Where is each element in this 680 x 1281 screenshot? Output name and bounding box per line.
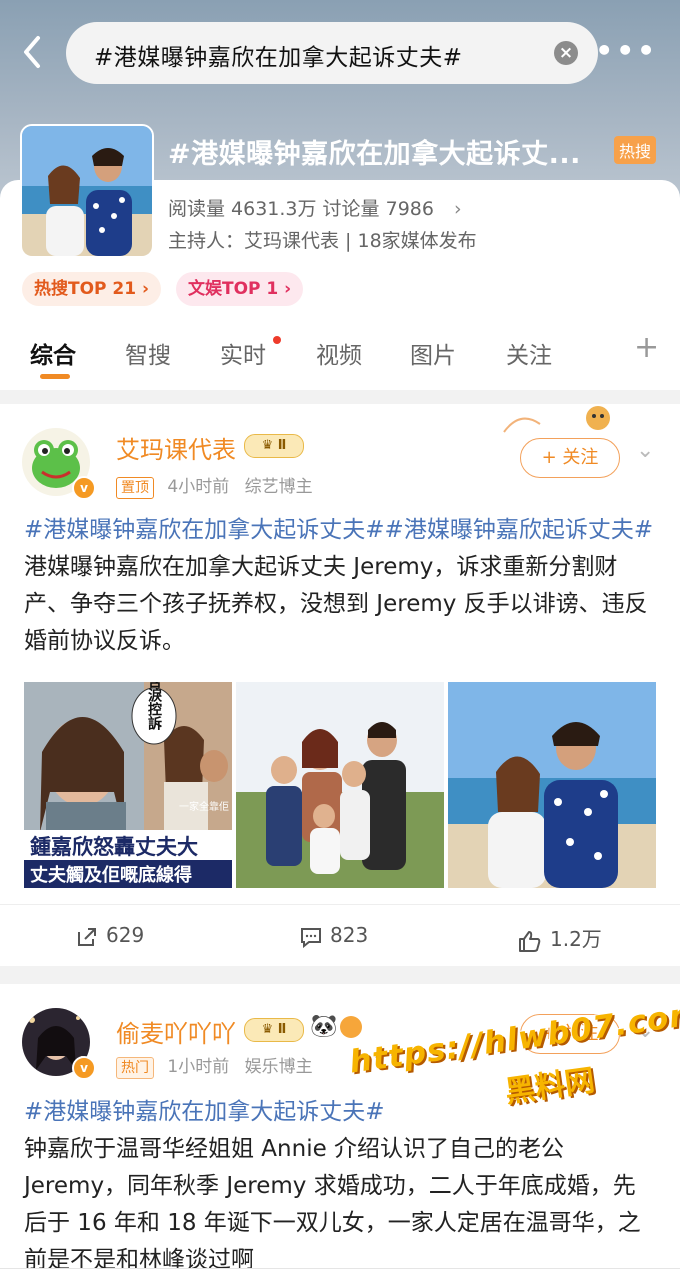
back-icon[interactable] — [14, 32, 50, 76]
image-caption-line2: 丈夫觸及佢嘅底線得 — [30, 864, 192, 886]
verified-icon: v — [72, 1056, 96, 1080]
post-body: #港媒曝钟嘉欣在加拿大起诉丈夫##港媒曝钟嘉欣起诉丈夫# 港媒曝钟嘉欣在加拿大起… — [24, 512, 656, 660]
active-tab-indicator — [40, 374, 70, 379]
share-icon — [78, 927, 96, 946]
tab-all[interactable]: 综合 — [30, 336, 76, 370]
post-image[interactable]: 含淚控訴 一家全靠佢 鍾嘉欣怒轟丈夫大 丈夫觸及佢嘅底線得 — [24, 682, 232, 888]
tab-video[interactable]: 视频 — [316, 336, 362, 370]
hot-badge: 热搜 — [614, 136, 657, 164]
post-image[interactable] — [448, 682, 656, 888]
level-badge: ♛ Ⅱ — [244, 1018, 304, 1042]
tab-realtime[interactable]: 实时 — [220, 336, 266, 370]
verified-icon: v — [72, 476, 96, 500]
post-meta: 热门 1小时前 娱乐博主 — [116, 1052, 313, 1079]
add-tab-icon[interactable]: + — [634, 330, 659, 365]
post-time: 1小时前 — [167, 1057, 230, 1077]
search-input[interactable]: #港媒曝钟嘉欣在加拿大起诉丈夫# × — [66, 22, 598, 84]
level-text: Ⅱ — [277, 438, 287, 453]
post-card[interactable]: v 艾玛课代表 ♛ Ⅱ 置顶 4小时前 综艺博主 + 关注 ⌄ #港媒曝钟嘉欣在… — [0, 404, 680, 966]
comment-count: 823 — [330, 923, 369, 947]
panda-icon: 🐼 — [310, 1014, 338, 1039]
like-button[interactable]: 1.2万 — [518, 923, 602, 952]
topic-title: #港媒曝钟嘉欣在加拿大起诉丈... — [168, 139, 581, 170]
image-bubble-text: 含淚控訴 — [146, 682, 162, 731]
comment-button[interactable]: 823 — [300, 923, 368, 948]
post-body: #港媒曝钟嘉欣在加拿大起诉丈夫# 钟嘉欣于温哥华经姐姐 Annie 介绍认识了自… — [24, 1094, 656, 1279]
tab-following[interactable]: 关注 — [506, 336, 552, 370]
topic-link[interactable]: #港媒曝钟嘉欣在加拿大起诉丈夫# — [24, 1099, 385, 1125]
hot-rank-pill[interactable]: 热搜TOP 21 › — [22, 272, 162, 306]
tab-bar: 综合 智搜 实时 视频 图片 关注 + — [0, 330, 680, 386]
tab-smart-search[interactable]: 智搜 — [125, 336, 171, 370]
repost-count: 629 — [106, 923, 145, 947]
post-text: 钟嘉欣于温哥华经姐姐 Annie 介绍认识了自己的老公 Jeremy，同年秋季 … — [24, 1136, 641, 1273]
post-meta: 置顶 4小时前 综艺博主 — [116, 472, 313, 499]
pinned-tag: 置顶 — [116, 477, 154, 499]
image-caption-line1: 鍾嘉欣怒轟丈夫大 — [30, 835, 198, 859]
topic-stats[interactable]: 阅读量 4631.3万 讨论量 7986 › — [168, 194, 462, 221]
author-role: 娱乐博主 — [244, 1057, 313, 1077]
repost-button[interactable]: 629 — [76, 923, 144, 948]
post-image[interactable] — [236, 682, 444, 888]
username[interactable]: 偷麦吖吖吖 — [116, 1014, 236, 1049]
emoji-badge-icon — [340, 1016, 362, 1038]
post-time: 4小时前 — [167, 477, 230, 497]
hot-tag: 热门 — [116, 1057, 154, 1079]
decoration-icon — [503, 406, 610, 433]
new-dot — [273, 336, 281, 344]
clear-icon[interactable]: × — [554, 41, 578, 65]
chevron-right-icon: › — [453, 198, 462, 220]
bottom-bar — [0, 1268, 680, 1281]
chevron-down-icon[interactable]: ⌄ — [636, 438, 654, 463]
follow-button[interactable]: + 关注 — [520, 438, 620, 478]
search-header: #港媒曝钟嘉欣在加拿大起诉丈夫# × ••• — [0, 18, 680, 90]
author-role: 综艺博主 — [244, 477, 313, 497]
search-query-text: #港媒曝钟嘉欣在加拿大起诉丈夫# — [94, 45, 463, 71]
tab-images[interactable]: 图片 — [410, 336, 456, 370]
topic-cover-image — [20, 124, 154, 258]
comment-icon — [301, 927, 321, 948]
entertainment-rank-pill[interactable]: 文娱TOP 1 › — [176, 272, 304, 306]
username[interactable]: 艾玛课代表 — [116, 430, 236, 465]
image-side-text: 一家全靠佢 — [179, 800, 229, 813]
topic-host: 主持人：艾玛课代表 | 18家媒体发布 — [168, 230, 477, 252]
post-actions: 629 823 1.2万 — [0, 904, 680, 967]
level-badge: ♛ Ⅱ — [244, 434, 304, 458]
thumbs-up-icon — [519, 930, 541, 952]
like-count: 1.2万 — [550, 927, 602, 951]
more-icon[interactable]: ••• — [595, 34, 658, 67]
topic-stats-text: 阅读量 4631.3万 讨论量 7986 — [168, 198, 434, 220]
topic-link[interactable]: #港媒曝钟嘉欣在加拿大起诉丈夫##港媒曝钟嘉欣起诉丈夫# — [24, 517, 653, 543]
post-text: 港媒曝钟嘉欣在加拿大起诉丈夫 Jeremy，诉求重新分割财产、争夺三个孩子抚养权… — [24, 554, 648, 654]
level-text: Ⅱ — [277, 1022, 287, 1037]
